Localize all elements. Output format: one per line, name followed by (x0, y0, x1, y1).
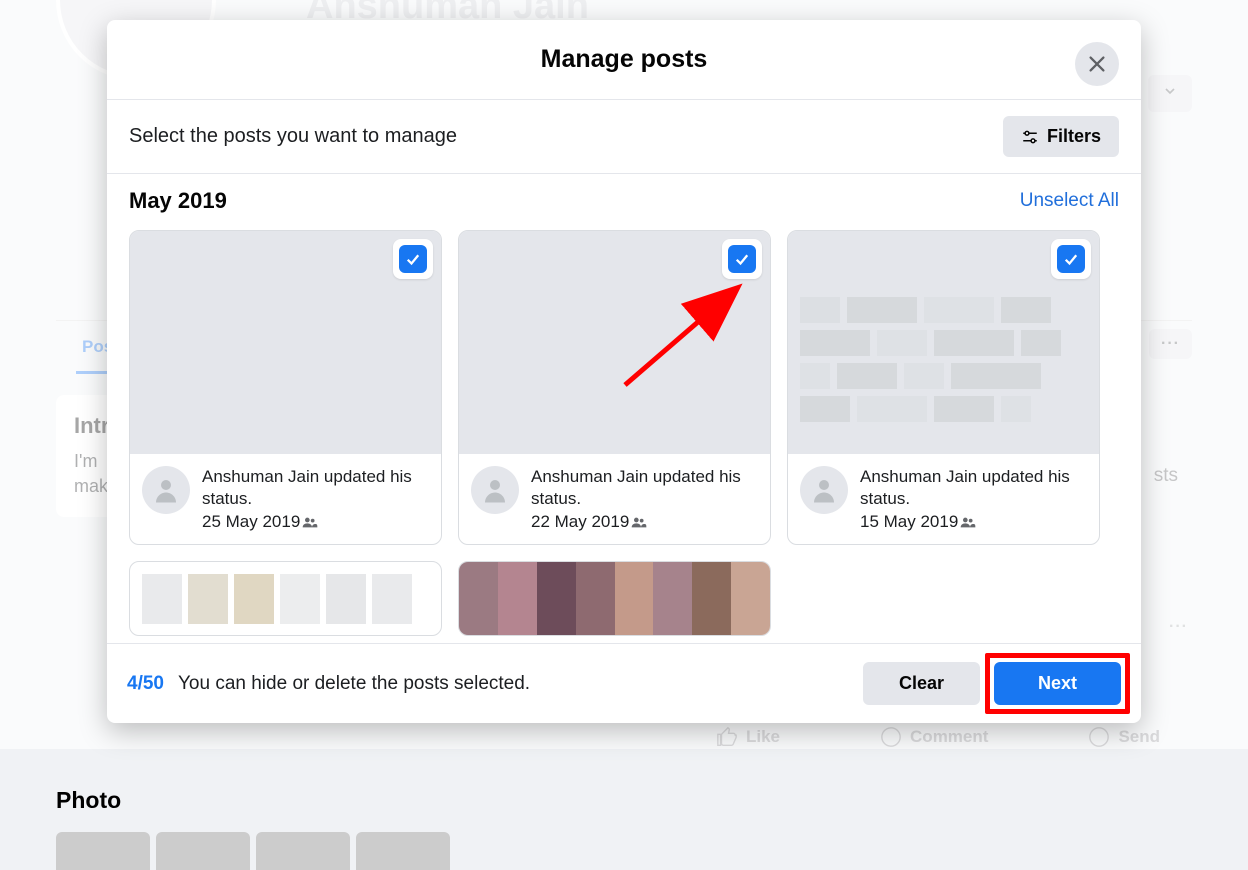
filters-icon (1021, 128, 1039, 146)
post-grid: Anshuman Jain updated his status. 25 May… (129, 230, 1119, 636)
photo-thumb (56, 832, 150, 870)
post-date: 22 May 2019 (531, 512, 629, 532)
post-card[interactable]: Anshuman Jain updated his status. 25 May… (129, 230, 442, 545)
modal-footer: 4/50 You can hide or delete the posts se… (107, 643, 1141, 723)
modal-title: Manage posts (541, 45, 708, 74)
subheader-text: Select the posts you want to manage (129, 125, 457, 148)
person-icon (151, 475, 181, 505)
modal-backdrop: Manage posts Select the posts you want t… (0, 0, 1248, 749)
unselect-all-link[interactable]: Unselect All (1020, 190, 1119, 212)
body-header: May 2019 Unselect All (129, 188, 1119, 214)
friends-icon (302, 516, 318, 528)
post-avatar (142, 466, 190, 514)
post-card[interactable] (458, 561, 771, 636)
post-card[interactable]: Anshuman Jain updated his status. 15 May… (787, 230, 1100, 545)
post-footer: Anshuman Jain updated his status. 22 May… (459, 454, 770, 544)
filters-button[interactable]: Filters (1003, 116, 1119, 157)
post-text: Anshuman Jain updated his status. (202, 466, 429, 510)
post-text: Anshuman Jain updated his status. (531, 466, 758, 510)
post-checkbox[interactable] (393, 239, 433, 279)
post-image-partial (130, 562, 441, 636)
post-avatar (800, 466, 848, 514)
manage-posts-modal: Manage posts Select the posts you want t… (107, 20, 1141, 723)
close-icon (1086, 53, 1108, 75)
friends-icon (960, 516, 976, 528)
post-footer: Anshuman Jain updated his status. 25 May… (130, 454, 441, 544)
modal-subheader: Select the posts you want to manage Filt… (107, 100, 1141, 174)
next-button[interactable]: Next (994, 662, 1121, 705)
month-label: May 2019 (129, 188, 227, 214)
check-icon (733, 250, 751, 268)
footer-text: You can hide or delete the posts selecte… (178, 673, 849, 695)
clear-button[interactable]: Clear (863, 662, 980, 705)
post-card[interactable]: Anshuman Jain updated his status. 22 May… (458, 230, 771, 545)
check-icon (404, 250, 422, 268)
friends-icon (631, 516, 647, 528)
person-icon (809, 475, 839, 505)
selection-count: 4/50 (127, 673, 164, 695)
filters-label: Filters (1047, 126, 1101, 147)
modal-header: Manage posts (107, 20, 1141, 100)
post-image (130, 231, 441, 454)
post-footer: Anshuman Jain updated his status. 15 May… (788, 454, 1099, 544)
post-date: 25 May 2019 (202, 512, 300, 532)
post-image-partial (459, 562, 770, 636)
post-image (459, 231, 770, 454)
blurred-preview (800, 297, 1087, 442)
photos-row (56, 832, 1192, 870)
photo-thumb (256, 832, 350, 870)
close-button[interactable] (1075, 42, 1119, 86)
post-checkbox[interactable] (1051, 239, 1091, 279)
post-avatar (471, 466, 519, 514)
post-card[interactable] (129, 561, 442, 636)
check-icon (1062, 250, 1080, 268)
post-text: Anshuman Jain updated his status. (860, 466, 1087, 510)
modal-body[interactable]: May 2019 Unselect All (107, 174, 1141, 643)
photo-thumb (156, 832, 250, 870)
person-icon (480, 475, 510, 505)
photo-thumb (356, 832, 450, 870)
post-image (788, 231, 1099, 454)
photos-heading: Photo (56, 787, 1192, 814)
post-date: 15 May 2019 (860, 512, 958, 532)
post-checkbox[interactable] (722, 239, 762, 279)
